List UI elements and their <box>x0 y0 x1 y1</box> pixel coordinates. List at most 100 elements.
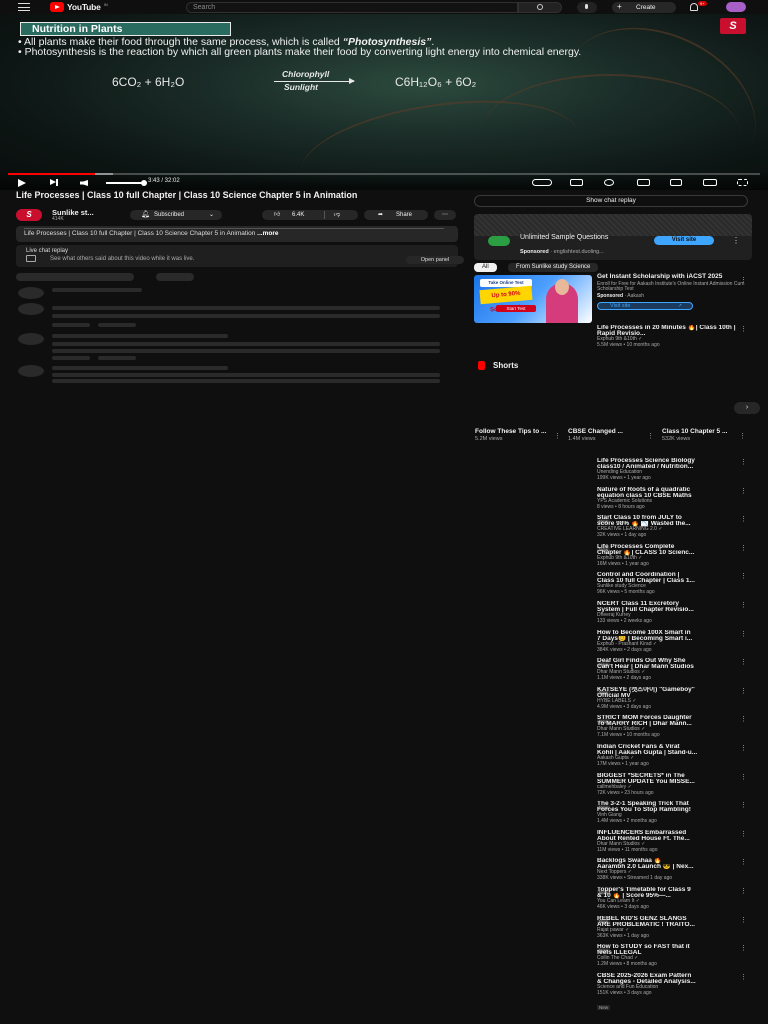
plus-icon: + <box>617 2 622 11</box>
rec-more-icon[interactable]: ⋮ <box>740 601 747 609</box>
ad-thumbnail[interactable]: Take Online Test Up to 90% Scholarship S… <box>474 275 592 323</box>
channel-watermark-logo[interactable]: S <box>720 18 746 34</box>
ad-side-title[interactable]: Get Instant Scholarship with iACST 2025 <box>597 273 747 280</box>
ad-thumb-person <box>546 279 578 323</box>
progress-bar[interactable] <box>8 173 760 175</box>
share-button[interactable]: ➦ Share <box>364 210 428 220</box>
rec-meta: 11M views • 11 months ago <box>597 846 658 853</box>
ad-sponsored-line: Sponsored · englishtest.duoling... <box>520 249 604 255</box>
recommendation-item[interactable]: How to STUDY so FAST that it feels ILLEGA… <box>597 944 737 967</box>
short-more-icon[interactable]: ⋮ <box>739 432 746 440</box>
recommendation-item[interactable]: CBSE 2025-2026 Exam Pattern & Changes - D… <box>597 973 737 1014</box>
rec-more-icon[interactable]: ⋮ <box>740 572 747 580</box>
ad-title[interactable]: Unlimited Sample Questions <box>520 234 620 242</box>
recommendation-item[interactable]: The 3-2-1 Speaking Trick That Forces You … <box>597 801 737 824</box>
short-item[interactable]: Follow These Tips to ... 5.2M views ⋮ <box>475 428 561 442</box>
like-count[interactable]: 6.4K <box>292 210 304 220</box>
recommendation-item[interactable]: Life Processes Science Biology class10 / … <box>597 458 737 481</box>
short-more-icon[interactable]: ⋮ <box>647 432 654 440</box>
ad-sponsored-label: Sponsored <box>520 249 549 255</box>
like-icon[interactable]: 👍︎ <box>274 210 280 220</box>
shorts-next-button[interactable]: › <box>734 402 760 414</box>
subscribed-button[interactable]: 🔔︎ Subscribed ⌄ <box>130 210 222 220</box>
description-box[interactable]: Life Processes | Class 10 full Chapter |… <box>16 226 458 242</box>
short-more-icon[interactable]: ⋮ <box>554 432 561 440</box>
rec-more-icon[interactable]: ⋮ <box>740 887 747 895</box>
fullscreen-icon[interactable] <box>737 179 748 186</box>
search-icon <box>537 4 543 10</box>
chip-from-channel[interactable]: From Sunlike study Science <box>508 263 599 272</box>
ad-visit-site-button[interactable]: Visit site <box>654 236 714 245</box>
rec-more-icon[interactable]: ⋮ <box>740 830 747 838</box>
recommendation-item[interactable]: NCERT Class 11 Excretory System | Full Ch… <box>597 601 737 624</box>
rec-more-icon[interactable]: ⋮ <box>740 858 747 866</box>
recommendation-item[interactable]: STRICT MOM Forces Daughter To MARRY RICH … <box>597 715 737 738</box>
more-actions-icon[interactable]: ⋯ <box>434 210 456 220</box>
short-item[interactable]: CBSE Changed ... 1.4M views ⋮ <box>568 428 654 441</box>
rec-more-icon[interactable]: ⋮ <box>740 658 747 666</box>
chat-subtext: See what others said about this video wh… <box>50 256 195 262</box>
recommendation-item[interactable]: Life Processes in 20 Minutes 🔥| Class 10… <box>597 325 737 348</box>
notifications-bell-icon[interactable] <box>690 3 698 11</box>
account-avatar[interactable] <box>726 2 746 12</box>
voice-search-button[interactable] <box>577 2 597 13</box>
rec-more-icon[interactable]: ⋮ <box>740 715 747 723</box>
live-chat-replay-panel: Live chat replay See what others said ab… <box>16 245 464 267</box>
rec-more-icon[interactable]: ⋮ <box>740 458 747 466</box>
description-text: Life Processes | Class 10 full Chapter |… <box>24 230 256 237</box>
comment-avatar-placeholder <box>18 287 44 299</box>
player-controls: 3:43 / 32:02 <box>0 171 768 190</box>
rec-more-icon[interactable]: ⋮ <box>740 773 747 781</box>
captions-icon[interactable] <box>570 179 583 186</box>
short-views: 5.2M views <box>475 435 503 442</box>
description-more[interactable]: ...more <box>257 230 278 237</box>
search-button[interactable] <box>518 2 562 13</box>
settings-gear-icon[interactable] <box>604 179 614 186</box>
youtube-logo[interactable]: YouTube IN <box>50 2 108 12</box>
dislike-icon[interactable]: 👎︎ <box>334 210 340 220</box>
rec-more-icon[interactable]: ⋮ <box>740 515 747 523</box>
comment-line-placeholder <box>52 349 440 353</box>
rec-more-icon[interactable]: ⋮ <box>740 487 747 495</box>
open-panel-button[interactable]: Open panel <box>406 256 464 264</box>
volume-slider[interactable] <box>106 180 147 186</box>
rec-more-icon[interactable]: ⋮ <box>740 687 747 695</box>
photosynthesis-equation: 6CO₂ + 6H₂O Chlorophyll Sunlight C6H₁₂O₆… <box>112 69 572 99</box>
autoplay-toggle-icon[interactable] <box>532 179 552 186</box>
ad-side-more-icon[interactable]: ⋮ <box>740 276 747 284</box>
like-dislike-group: 👍︎ 6.4K 👎︎ <box>262 210 358 220</box>
rec-more-icon[interactable]: ⋮ <box>740 801 747 809</box>
video-player[interactable]: Nutrition in Plants S • All plants make … <box>0 14 768 190</box>
ad-more-icon[interactable]: ⋮ <box>732 236 740 245</box>
search-input[interactable]: Search <box>186 2 518 13</box>
recommendation-item[interactable]: INFLUENCERS Embarrassed About Rented Hous… <box>597 830 737 853</box>
cast-icon[interactable] <box>703 179 717 186</box>
recommendation-item[interactable]: Control and Coordination | Class 10 full … <box>597 572 737 595</box>
rec-meta: 46K views • 3 days ago <box>597 903 649 910</box>
shorts-label: Shorts <box>493 361 519 370</box>
play-icon[interactable] <box>18 179 26 187</box>
theater-mode-icon[interactable] <box>670 179 682 186</box>
short-item[interactable]: Class 10 Chapter 5 ... 532K views ⋮ <box>662 428 746 441</box>
sponsored-ad-card[interactable]: Unlimited Sample Questions Sponsored · e… <box>474 214 752 260</box>
rec-more-icon[interactable]: ⋮ <box>740 630 747 638</box>
menu-icon[interactable] <box>18 3 30 11</box>
next-icon[interactable] <box>50 178 58 186</box>
volume-icon[interactable] <box>80 180 88 186</box>
recommendation-item[interactable]: Indian Cricket Fans & Virat Kohli | Aakas… <box>597 744 737 767</box>
create-button[interactable]: + Create <box>612 2 676 13</box>
rec-more-icon[interactable]: ⋮ <box>740 916 747 924</box>
miniplayer-icon[interactable] <box>637 179 650 186</box>
channel-avatar[interactable]: S <box>16 209 42 221</box>
show-chat-replay-button[interactable]: Show chat replay <box>474 195 748 207</box>
rec-more-icon[interactable]: ⋮ <box>740 544 747 552</box>
rec-more-icon[interactable]: ⋮ <box>740 744 747 752</box>
subscribed-label: Subscribed <box>154 212 185 218</box>
ad-side-visit-button[interactable]: Visit site <box>597 302 693 310</box>
rec-more-icon[interactable]: ⋮ <box>740 973 747 981</box>
chip-all[interactable]: All <box>474 263 497 272</box>
rec-more-icon[interactable]: ⋮ <box>740 944 747 952</box>
rec-more-icon[interactable]: ⋮ <box>740 325 747 333</box>
recommendation-item[interactable]: Life Processes Complete Chapter 🔥| CLASS … <box>597 544 737 567</box>
comment-line-placeholder <box>52 366 228 370</box>
